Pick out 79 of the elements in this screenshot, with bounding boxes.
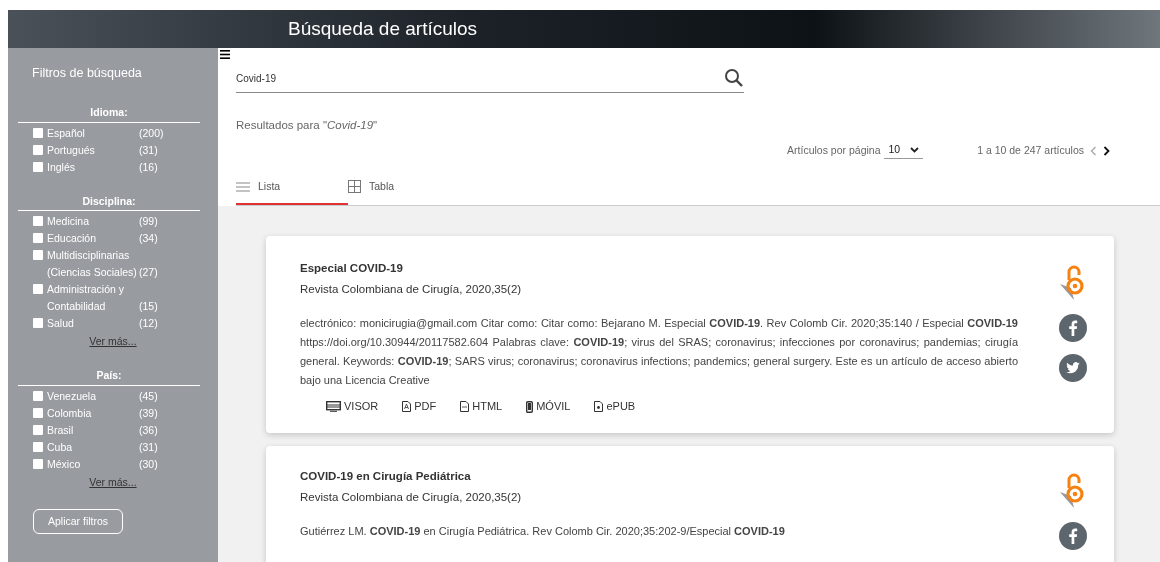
filter-count: (34): [139, 231, 158, 247]
filter-count: (15): [139, 299, 158, 315]
checkbox[interactable]: [33, 407, 43, 418]
search-icon[interactable]: [724, 68, 744, 88]
list-icon: [236, 181, 250, 192]
menu-icon[interactable]: [220, 50, 230, 59]
checkbox[interactable]: [33, 458, 43, 469]
filter-label: Venezuela: [47, 388, 98, 404]
filter-label: Multidisciplinarias (Ciencias Sociales): [47, 248, 138, 281]
filter-label: Inglés: [47, 159, 77, 175]
facebook-icon[interactable]: [1059, 313, 1087, 342]
filter-count: (12): [139, 316, 158, 332]
article-abstract: electrónico: monicirugia@gmail.com Citar como: Citar como: Bejarano M. Especial COVID-19. Rev Colomb Cir. 2020;35:140 / Especial COVID-19 https://doi.org/10.30944/20117582.604 Palabras clave: COVID-19; virus del SRAS; coronavirus; infecciones por coronavirus; pandemias; cirugía general. Keywords: COVID-19; SARS virus; coronavirus; coronavirus infections; pandemics; general surgery. Este es un artículo de acceso abierto bajo una Licencia Creative: [300, 316, 1018, 389]
file-icon: [460, 401, 470, 412]
facebook-icon[interactable]: [1059, 521, 1087, 550]
page-title: Búsqueda de artículos: [288, 17, 478, 41]
checkbox[interactable]: [33, 250, 43, 261]
checkbox[interactable]: [33, 144, 43, 155]
filter-count: (39): [139, 405, 158, 421]
filter-label: Salud: [47, 316, 75, 332]
pdf-file-icon: [402, 401, 412, 412]
filter-group-title: País:: [18, 368, 200, 386]
filter-count: (200): [139, 125, 164, 141]
journal-citation: Revista Colombiana de Cirugía, 2020,35(2): [300, 490, 523, 505]
view-tab[interactable]: Lista: [236, 177, 348, 205]
filter-count: (31): [139, 439, 158, 455]
checkbox[interactable]: [33, 161, 43, 172]
filter-label: Brasil: [47, 422, 75, 438]
journal-citation: Revista Colombiana de Cirugía, 2020,35(2): [300, 282, 523, 297]
filter-count: (99): [139, 214, 158, 230]
filter-label: Medicina: [47, 214, 91, 230]
sidebar-title: Filtros de búsqueda: [31, 65, 143, 82]
checkbox[interactable]: [33, 390, 43, 401]
filter-label: Portugués: [47, 142, 96, 158]
chevron-down-icon: [910, 147, 920, 154]
search-field[interactable]: Covid-19: [236, 54, 744, 93]
filter-count: (36): [139, 422, 158, 438]
file-icon: [594, 401, 604, 412]
phone-icon: [526, 400, 534, 413]
results-label: Resultados para "Covid-19": [236, 118, 379, 133]
format-link[interactable]: PDF: [402, 398, 437, 415]
checkbox[interactable]: [33, 233, 43, 244]
monitor-icon: [326, 401, 341, 412]
pagination-text: 1 a 10 de 247 artículos: [977, 142, 1084, 158]
checkbox[interactable]: [33, 424, 43, 435]
article-abstract: Gutiérrez LM. COVID-19 en Cirugía Pediátrica. Rev Colomb Cir. 2020;35:202-9/Especial COVID-19: [300, 524, 786, 540]
see-more-link[interactable]: Ver más...: [8, 334, 218, 350]
format-link[interactable]: VISOR: [326, 398, 379, 415]
checkbox[interactable]: [33, 127, 43, 138]
previous-page-icon[interactable]: [1090, 145, 1097, 156]
per-page-select[interactable]: 10: [884, 142, 924, 159]
filter-label: Educación: [47, 231, 98, 247]
format-link[interactable]: MÓVIL: [526, 398, 571, 415]
filter-count: (31): [139, 142, 158, 158]
format-link[interactable]: HTML: [460, 398, 503, 415]
twitter-icon[interactable]: [1059, 353, 1087, 382]
view-tab[interactable]: Tabla: [348, 177, 460, 205]
filter-label: México: [47, 456, 82, 472]
filter-count: (45): [139, 388, 158, 404]
grid-icon: [348, 180, 361, 194]
filter-label: Cuba: [47, 439, 74, 455]
article-title[interactable]: COVID-19 en Cirugía Pediátrica: [300, 467, 1018, 485]
checkbox[interactable]: [33, 284, 43, 295]
article-title[interactable]: Especial COVID-19: [300, 259, 1018, 277]
filter-count: (16): [139, 159, 158, 175]
checkbox[interactable]: [33, 441, 43, 452]
see-more-link[interactable]: Ver más...: [8, 474, 218, 491]
filter-group-title: Idioma:: [18, 104, 200, 123]
filter-group-title: Disciplina:: [18, 193, 200, 212]
next-page-icon[interactable]: [1103, 145, 1110, 156]
per-page-label: Artículos por página: [787, 142, 881, 158]
checkbox[interactable]: [33, 216, 43, 227]
filter-label: Administración y Contabilidad: [47, 282, 126, 315]
filter-label: Colombia: [47, 405, 93, 421]
filter-label: Español: [47, 125, 86, 141]
filter-count: (30): [139, 456, 158, 472]
checkbox[interactable]: [33, 318, 43, 329]
format-link[interactable]: ePUB: [594, 398, 636, 415]
filter-count: (27): [139, 265, 158, 281]
